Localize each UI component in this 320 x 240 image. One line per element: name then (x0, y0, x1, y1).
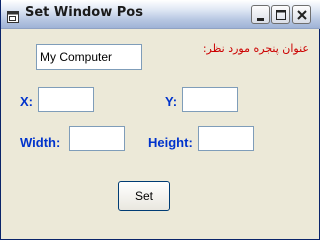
close-icon (297, 10, 307, 20)
height-label: Height: (148, 135, 193, 150)
window-icon (7, 8, 19, 23)
x-input[interactable] (38, 87, 94, 112)
width-label: Width: (20, 135, 61, 150)
minimize-button[interactable] (251, 5, 270, 24)
window-title-input[interactable] (36, 44, 142, 70)
set-button[interactable]: Set (118, 181, 170, 211)
set-window-pos-dialog: Set Window Pos عنوان پنجره مورد نظر: X: … (0, 0, 320, 240)
y-label: Y: (165, 94, 178, 109)
window-title: Set Window Pos (25, 5, 143, 20)
y-input[interactable] (182, 87, 238, 112)
minimize-icon (257, 18, 264, 21)
title-bar[interactable]: Set Window Pos (1, 0, 320, 29)
x-label: X: (20, 94, 33, 109)
window-title-label: عنوان پنجره مورد نظر: (202, 42, 309, 55)
maximize-button[interactable] (271, 5, 290, 24)
maximize-icon (276, 10, 286, 20)
close-button[interactable] (292, 5, 311, 24)
width-input[interactable] (69, 126, 125, 151)
dialog-body: عنوان پنجره مورد نظر: X: Y: Width: Heigh… (3, 29, 317, 238)
height-input[interactable] (198, 126, 254, 151)
